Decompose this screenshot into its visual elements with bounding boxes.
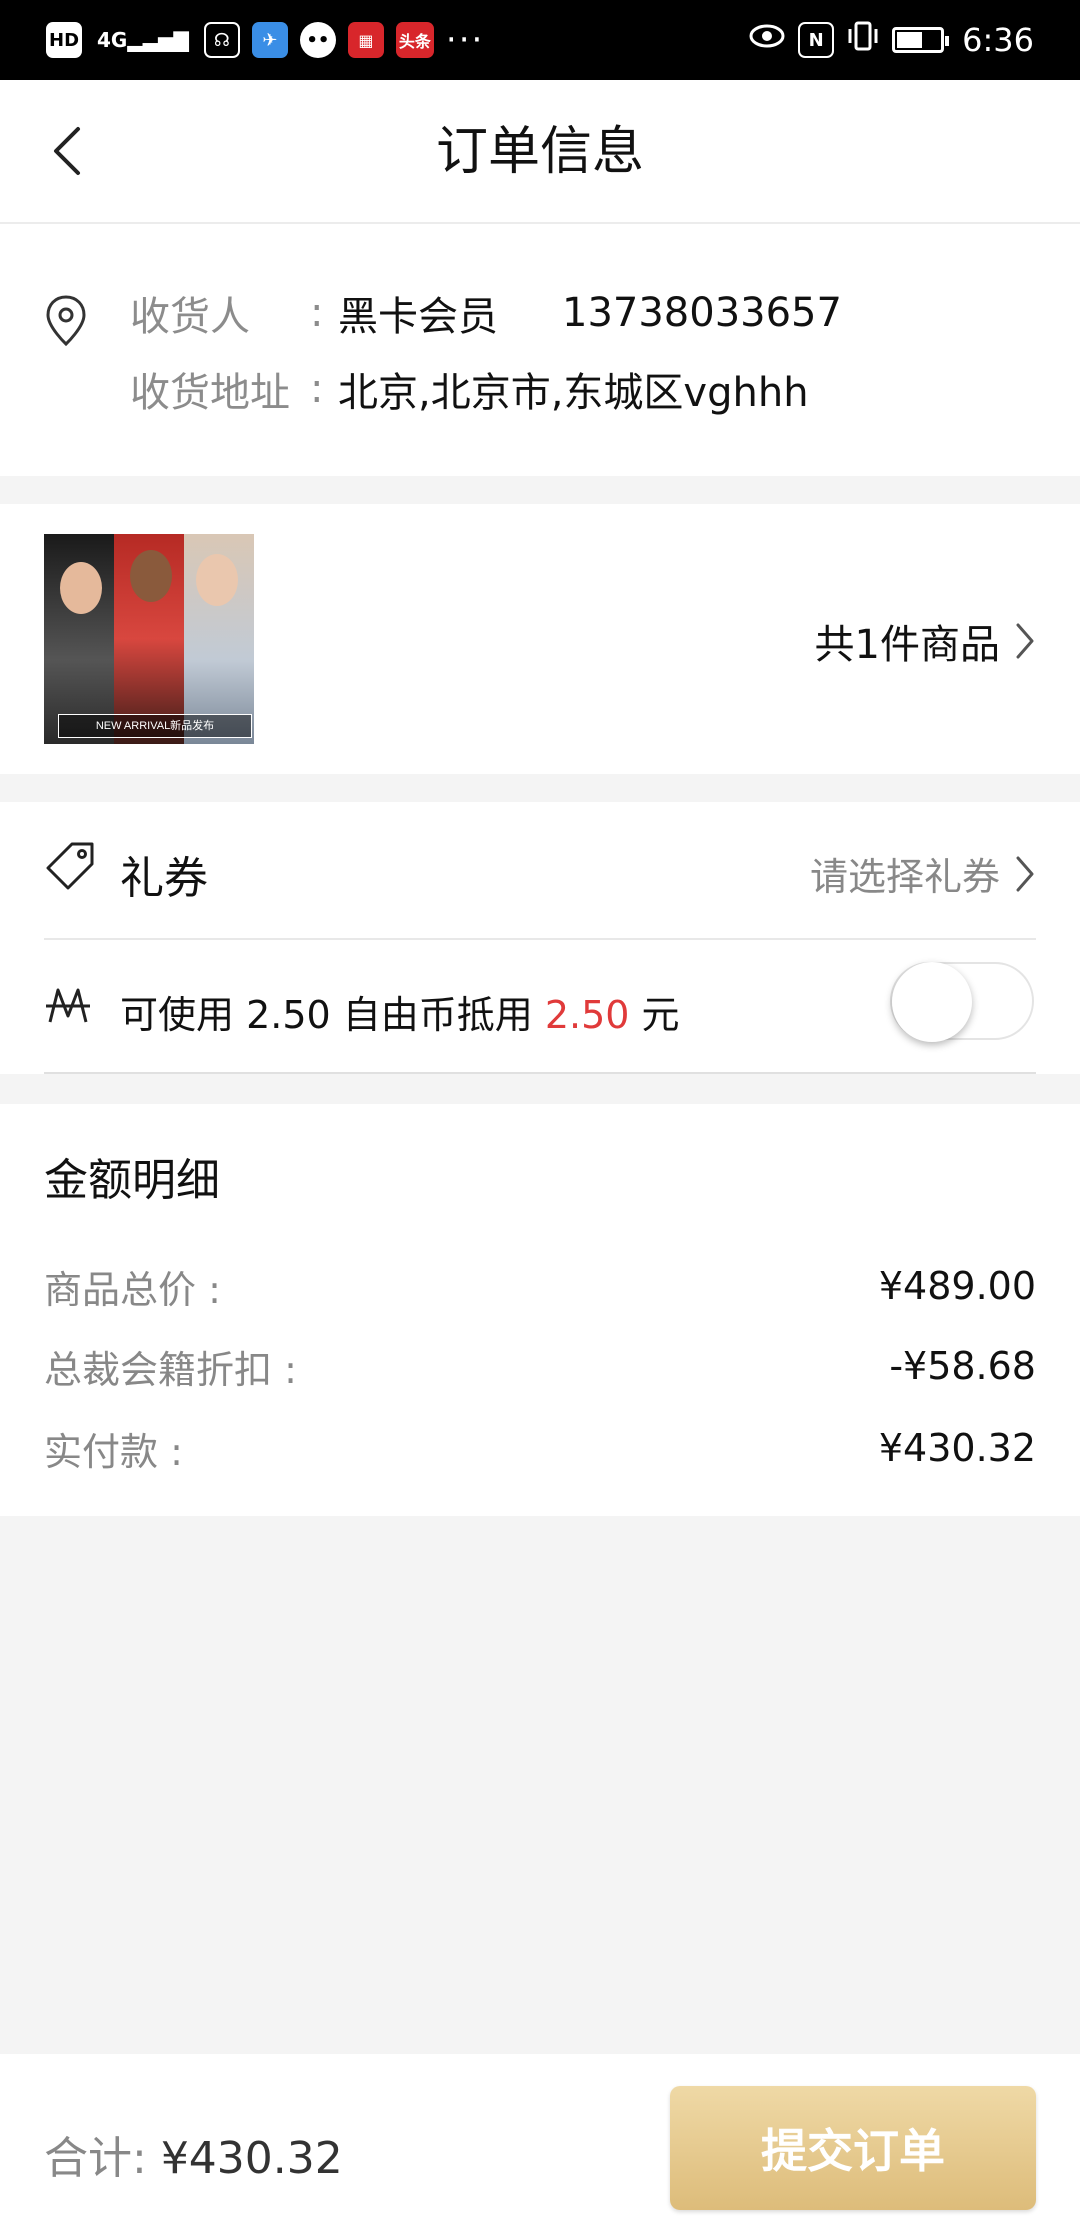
address-value: 北京,北京市,东城区vghhh — [338, 370, 809, 416]
amount-detail-title: 金额明细 — [44, 1155, 220, 1206]
hd-icon: HD — [46, 22, 83, 58]
amount-row-paid: 实付款 : ¥430.32 — [44, 1418, 1036, 1478]
tag-icon — [44, 840, 96, 896]
goods-card[interactable]: NEW ARRIVAL新品发布 共1件商品 — [0, 504, 1080, 774]
amount-row-discount: 总裁会籍折扣 : -¥58.68 — [44, 1336, 1036, 1396]
status-bar-left: HD 4G ▂▃▅▇ ☊ ✈ •• ▦ 头条 ··· — [46, 20, 484, 60]
order-total: 合计: ¥430.32 — [44, 2122, 343, 2186]
toggle-knob — [892, 962, 972, 1042]
divider — [44, 1072, 1036, 1074]
eye-comfort-icon — [748, 21, 786, 59]
coin-amount: 2.50 — [544, 993, 630, 1037]
address-row: 收货地址 : 北京,北京市,东城区vghhh — [130, 360, 809, 418]
discount-card: 礼券 请选择礼券 可使用 2.50 自由币抵用 2.50 元 — [0, 802, 1080, 1074]
receiver-name: 黑卡会员 — [338, 294, 498, 340]
network-type: 4G — [97, 28, 128, 52]
coin-currency-icon — [44, 986, 92, 1036]
goods-count-text: 共1件商品 — [814, 622, 1000, 668]
choose-coupon-link[interactable]: 请选择礼券 — [810, 846, 1036, 901]
nfc-icon: N — [798, 22, 835, 58]
checkout-bar: 合计: ¥430.32 提交订单 — [0, 2054, 1080, 2240]
location-pin-icon — [44, 294, 88, 352]
total-label: 合计: — [44, 2133, 161, 2184]
chevron-right-icon — [1016, 856, 1034, 891]
coupon-row[interactable]: 礼券 请选择礼券 — [0, 802, 1080, 938]
vibrate-icon — [846, 20, 880, 60]
headset-icon: ☊ — [203, 22, 240, 58]
amount-label: 实付款 : — [44, 1429, 183, 1474]
submit-order-button[interactable]: 提交订单 — [670, 2086, 1036, 2210]
thumbnail-caption: NEW ARRIVAL新品发布 — [58, 714, 252, 738]
book-icon: ▦ — [347, 22, 384, 58]
choose-coupon-text: 请选择礼券 — [809, 855, 1000, 899]
status-bar: HD 4G ▂▃▅▇ ☊ ✈ •• ▦ 头条 ··· N 6:36 — [0, 0, 1080, 80]
coin-deduction-row: 可使用 2.50 自由币抵用 2.50 元 — [0, 940, 1080, 1074]
status-bar-right: N 6:36 — [748, 20, 1034, 60]
amount-value: -¥58.68 — [889, 1344, 1036, 1388]
app-header: 订单信息 — [0, 80, 1080, 224]
goods-count-link[interactable]: 共1件商品 — [815, 612, 1036, 670]
coin-deduction-text: 可使用 2.50 自由币抵用 2.50 元 — [120, 984, 680, 1039]
amount-row-subtotal: 商品总价 : ¥489.00 — [44, 1256, 1036, 1316]
receiver-colon: : — [310, 290, 324, 336]
status-time: 6:36 — [962, 21, 1034, 59]
amount-label: 总裁会籍折扣 : — [44, 1347, 297, 1392]
coupon-label: 礼券 — [120, 853, 208, 904]
product-thumbnail[interactable]: NEW ARRIVAL新品发布 — [44, 534, 254, 744]
amount-label: 商品总价 : — [44, 1267, 221, 1312]
coin-prefix: 可使用 2.50 自由币抵用 — [120, 993, 545, 1037]
amount-detail-card: 金额明细 商品总价 : ¥489.00 总裁会籍折扣 : -¥58.68 实付款… — [0, 1104, 1080, 1516]
message-icon: •• — [299, 22, 336, 58]
more-notifications-icon: ··· — [445, 20, 485, 60]
receiver-label: 收货人 — [130, 294, 250, 340]
amount-value-paid: ¥430.32 — [878, 1426, 1036, 1470]
address-colon: : — [310, 366, 324, 412]
coin-toggle[interactable] — [890, 962, 1034, 1042]
coin-suffix: 元 — [629, 993, 680, 1037]
battery-icon — [892, 27, 950, 53]
page-title: 订单信息 — [435, 122, 644, 182]
receiver-row: 收货人 : 黑卡会员 13738033657 — [130, 284, 842, 342]
total-value: ¥430.32 — [160, 2133, 343, 2184]
address-label: 收货地址 — [130, 370, 290, 416]
address-card[interactable]: 收货人 : 黑卡会员 13738033657 收货地址 : 北京,北京市,东城区… — [0, 224, 1080, 476]
app-notification-icon: ✈ — [251, 22, 288, 58]
news-app-icon: 头条 — [395, 22, 434, 58]
chevron-right-icon — [1016, 623, 1034, 659]
signal-icon: 4G ▂▃▅▇ — [97, 28, 189, 52]
amount-value: ¥489.00 — [878, 1264, 1036, 1308]
receiver-phone: 13738033657 — [562, 290, 842, 336]
